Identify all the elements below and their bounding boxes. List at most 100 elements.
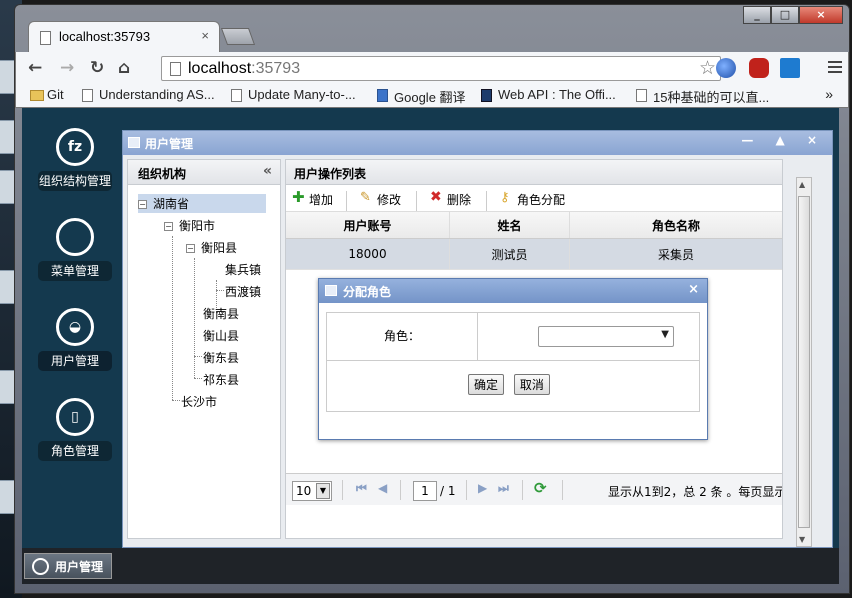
bookmark-google-translate[interactable]: Google 翻译 <box>377 87 466 106</box>
aspnet-icon <box>481 89 492 102</box>
grid-header: 用户账号 姓名 角色名称 <box>286 212 782 239</box>
table-row[interactable]: 18000 测试员 采集员 <box>286 239 782 270</box>
org-tree-title: 组织机构 <box>138 167 187 181</box>
maximize-button[interactable]: □ <box>771 6 799 24</box>
reload-icon[interactable]: ↻ <box>90 58 104 78</box>
sidebar-item-menu[interactable]: 菜单管理 <box>38 218 112 281</box>
tree-node-xidu[interactable]: 西渡镇 <box>225 283 261 300</box>
user-list-title: 用户操作列表 <box>286 160 782 185</box>
bookmark-label: Git <box>47 87 64 102</box>
tree-node-hengdong[interactable]: 衡东县 <box>203 349 239 366</box>
menu-icon[interactable] <box>828 58 842 76</box>
collapse-toggle-icon[interactable]: − <box>138 200 147 209</box>
pagination-bar: 10 ▼ ⏮ ◀ 1 / 1 ▶ ⏭ ⟳ 显示从1到2，总 2 条 。每页显示 <box>286 473 782 505</box>
browser-tab[interactable]: localhost:35793 × <box>28 21 220 52</box>
tab-close-icon[interactable]: × <box>201 28 209 43</box>
bookmark-15[interactable]: 15种基础的可以直... <box>636 87 769 106</box>
refresh-icon[interactable]: ⟳ <box>534 479 547 497</box>
taskbar-label: 用户管理 <box>55 560 104 574</box>
first-page-icon[interactable]: ⏮ <box>356 481 367 496</box>
org-tree-panel: 组织机构 « −湖南省 −衡阳市 −衡阳县 集兵镇 西渡镇 衡南县 衡山县 <box>127 159 281 539</box>
tree-node-label: 集兵镇 <box>225 263 262 277</box>
scroll-up-icon[interactable]: ▲ <box>799 180 805 189</box>
ok-button[interactable]: 确定 <box>468 374 505 395</box>
tree-node-jibing[interactable]: 集兵镇 <box>225 261 261 278</box>
dialog-close-icon[interactable]: × <box>688 282 699 297</box>
role-select[interactable]: ▼ <box>538 326 674 347</box>
org-icon: fz <box>56 128 94 166</box>
page-icon <box>231 89 242 102</box>
bookmark-git[interactable]: Git <box>30 87 64 102</box>
globe-extension-icon[interactable] <box>716 58 736 78</box>
tree-node-label: 衡南县 <box>203 307 240 321</box>
role-row: 角色： ▼ <box>327 313 699 361</box>
close-window-button[interactable]: × <box>799 6 843 24</box>
tree-node-changsha[interactable]: 长沙市 <box>181 393 217 410</box>
w-extension-icon[interactable] <box>780 58 800 78</box>
address-bar[interactable]: localhost:35793 ☆ <box>161 56 721 81</box>
home-icon[interactable]: ⌂ <box>118 58 130 78</box>
tree-node-label: 湖南省 <box>153 197 190 211</box>
more-bookmarks-icon[interactable]: » <box>825 86 833 102</box>
user-icon: ◒ <box>56 308 94 346</box>
column-header-name[interactable]: 姓名 <box>450 212 570 238</box>
dialog-icon <box>325 285 337 296</box>
document-icon: ▯ <box>56 398 94 436</box>
collapse-icon[interactable]: « <box>263 163 272 179</box>
cell-name: 测试员 <box>450 239 570 269</box>
sidebar-item-label: 角色管理 <box>38 441 112 461</box>
next-page-icon[interactable]: ▶ <box>478 481 487 495</box>
bookmark-update[interactable]: Update Many-to-... <box>231 87 356 102</box>
minimize-button[interactable]: _ <box>743 6 771 24</box>
delete-button[interactable]: ✖ 删除 <box>430 189 471 208</box>
tree-node-hengyang-county[interactable]: − 衡阳县 <box>186 239 237 256</box>
last-page-icon[interactable]: ⏭ <box>498 481 509 496</box>
forward-icon[interactable]: → <box>60 58 74 78</box>
scroll-down-icon[interactable]: ▼ <box>799 535 805 544</box>
edit-label: 修改 <box>377 193 402 207</box>
tree-node-hengshan[interactable]: 衡山县 <box>203 327 239 344</box>
org-tree-header: 组织机构 « <box>128 160 280 185</box>
assign-role-button[interactable]: ⚷ 角色分配 <box>500 190 565 208</box>
new-tab-button[interactable] <box>220 28 256 45</box>
delete-icon: ✖ <box>430 189 442 205</box>
column-header-account[interactable]: 用户账号 <box>286 212 450 238</box>
role-label: 角色： <box>327 313 478 361</box>
tree-node-qidong[interactable]: 祁东县 <box>203 371 239 388</box>
add-label: 增加 <box>309 193 334 207</box>
taskbar-user-management-button[interactable]: 用户管理 <box>24 553 112 579</box>
page-number-input[interactable]: 1 <box>413 481 437 501</box>
pencil-icon: ✎ <box>360 190 371 205</box>
sidebar-item-org[interactable]: fz 组织结构管理 <box>38 128 112 191</box>
page-size-select[interactable]: 10 ▼ <box>292 481 332 501</box>
tree-node-label: 祁东县 <box>203 373 240 387</box>
tree-node-hengyang[interactable]: − 衡阳市 <box>164 217 215 234</box>
bookmark-star-icon[interactable]: ☆ <box>699 57 716 80</box>
url-port: :35793 <box>251 60 301 77</box>
column-header-role[interactable]: 角色名称 <box>570 212 782 238</box>
back-icon[interactable]: ← <box>28 58 42 78</box>
bookmark-understanding[interactable]: Understanding AS... <box>82 87 215 102</box>
sidebar-item-users[interactable]: ◒ 用户管理 <box>38 308 112 371</box>
vertical-scrollbar[interactable]: ▲ ▼ <box>796 177 812 547</box>
key-icon: ⚷ <box>500 190 510 205</box>
bookmark-label: Web API : The Offi... <box>498 87 616 102</box>
dialog-title: 分配角色 <box>343 285 392 299</box>
tree-node-hengnan[interactable]: 衡南县 <box>203 305 239 322</box>
bookmarks-bar: Git Understanding AS... Update Many-to-.… <box>15 84 849 108</box>
sidebar-item-label: 用户管理 <box>38 351 112 371</box>
panel-tools[interactable]: — ▲ × <box>741 133 826 147</box>
add-button[interactable]: ✚ 增加 <box>292 188 334 208</box>
sidebar-item-roles[interactable]: ▯ 角色管理 <box>38 398 112 461</box>
translate-icon <box>377 89 388 102</box>
bookmark-webapi[interactable]: Web API : The Offi... <box>481 87 616 102</box>
prev-page-icon[interactable]: ◀ <box>378 481 387 495</box>
edit-button[interactable]: ✎ 修改 <box>360 190 402 208</box>
cancel-button[interactable]: 取消 <box>513 374 550 395</box>
adblock-extension-icon[interactable] <box>749 58 769 78</box>
tree-node-hunan[interactable]: − 湖南省 <box>138 194 266 213</box>
user-grid: 用户账号 姓名 角色名称 18000 测试员 采集员 <box>286 212 782 270</box>
collapse-toggle-icon[interactable]: − <box>186 244 195 253</box>
scrollbar-thumb[interactable] <box>798 196 810 528</box>
collapse-toggle-icon[interactable]: − <box>164 222 173 231</box>
